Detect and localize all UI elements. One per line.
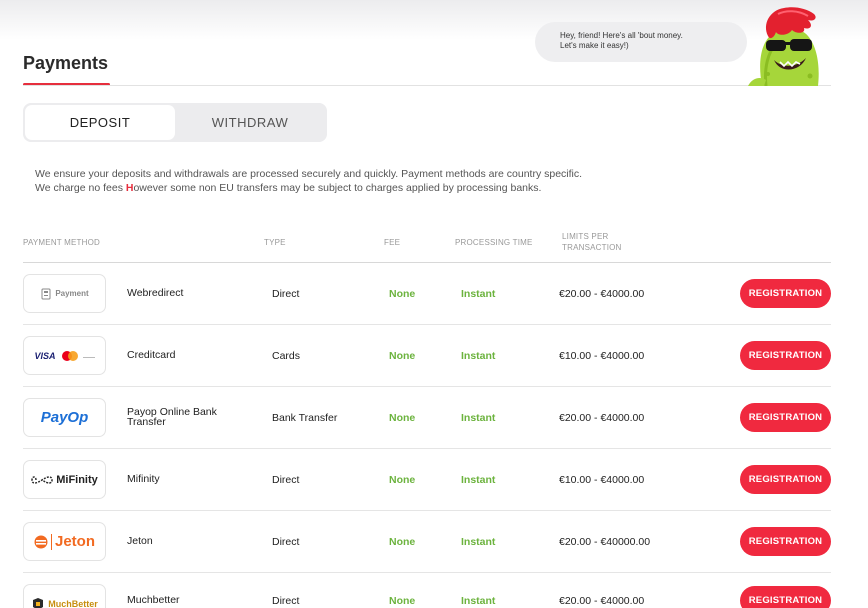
method-type: Bank Transfer bbox=[272, 412, 338, 424]
notice-line-1: We ensure your deposits and withdrawals … bbox=[35, 168, 583, 180]
table-row: MuchBetter Muchbetter Direct None Instan… bbox=[23, 573, 831, 608]
method-limits: €20.00 - €4000.00 bbox=[559, 595, 645, 607]
registration-button[interactable]: REGISTRATION bbox=[740, 341, 831, 370]
registration-button[interactable]: REGISTRATION bbox=[740, 465, 831, 494]
method-limits: €20.00 - €4000.00 bbox=[559, 412, 645, 424]
method-name: Creditcard bbox=[127, 349, 176, 361]
payment-logo: MiFinity bbox=[23, 460, 106, 499]
method-processing-time: Instant bbox=[461, 595, 496, 607]
payment-logo: VISA bbox=[23, 336, 106, 375]
registration-button[interactable]: REGISTRATION bbox=[740, 279, 831, 308]
table-row: PayOp Payop Online Bank Transfer Bank Tr… bbox=[23, 387, 831, 449]
registration-button[interactable]: REGISTRATION bbox=[740, 586, 831, 608]
table-row: Jeton Jeton Direct None Instant €20.00 -… bbox=[23, 511, 831, 573]
method-fee: None bbox=[389, 595, 416, 607]
method-fee: None bbox=[389, 412, 416, 424]
mascot-speech-bubble: Hey, friend! Here's all 'bout money. Let… bbox=[535, 22, 747, 62]
card-brand-icon bbox=[82, 356, 95, 358]
mifinity-logo-text: MiFinity bbox=[56, 473, 98, 486]
method-name: Jeton bbox=[127, 535, 153, 547]
method-limits: €20.00 - €40000.00 bbox=[559, 536, 651, 548]
method-type: Direct bbox=[272, 474, 300, 486]
method-name: Mifinity bbox=[127, 473, 160, 485]
notice-line-2-prefix: We charge no fees bbox=[35, 182, 126, 194]
method-processing-time: Instant bbox=[461, 288, 496, 300]
header-divider bbox=[23, 85, 831, 86]
method-limits: €10.00 - €4000.00 bbox=[559, 474, 645, 486]
header-limits: LIMITS PER TRANSACTION bbox=[562, 231, 622, 253]
header-limits-line-1: LIMITS PER bbox=[562, 232, 609, 241]
notice-line-2: We charge no fees However some non EU tr… bbox=[35, 181, 582, 195]
header-fee: FEE bbox=[384, 238, 401, 247]
header-type: TYPE bbox=[264, 238, 286, 247]
jeton-icon bbox=[34, 535, 48, 548]
visa-logo-text: VISA bbox=[34, 350, 56, 361]
notice-line-2-suffix: owever some non EU transfers may be subj… bbox=[133, 182, 542, 194]
payment-logo: Jeton bbox=[23, 522, 106, 561]
muchbetter-logo-text: MuchBetter bbox=[48, 598, 98, 608]
speech-line-1: Hey, friend! Here's all 'bout money. bbox=[560, 31, 683, 40]
payment-logo: Payment bbox=[23, 274, 106, 313]
jeton-logo-text: Jeton bbox=[54, 533, 95, 550]
method-limits: €20.00 - €4000.00 bbox=[559, 288, 645, 300]
method-type: Cards bbox=[272, 350, 301, 362]
mastercard-icon bbox=[61, 350, 78, 361]
method-fee: None bbox=[389, 350, 416, 362]
method-processing-time: Instant bbox=[461, 412, 496, 424]
registration-button[interactable]: REGISTRATION bbox=[740, 527, 831, 556]
table-row: VISA Creditcard Cards None Instant €10.0… bbox=[23, 325, 831, 387]
jeton-divider bbox=[50, 533, 52, 550]
method-type: Direct bbox=[272, 536, 300, 548]
method-name: Webredirect bbox=[127, 287, 184, 299]
method-processing-time: Instant bbox=[461, 474, 496, 486]
method-processing-time: Instant bbox=[461, 536, 496, 548]
method-processing-time: Instant bbox=[461, 350, 496, 362]
payment-logo: PayOp bbox=[23, 398, 106, 437]
tab-deposit[interactable]: DEPOSIT bbox=[25, 105, 175, 140]
method-fee: None bbox=[389, 536, 416, 548]
mascot-character-icon bbox=[748, 7, 819, 86]
method-name: Muchbetter bbox=[127, 594, 180, 606]
mifinity-infinity-icon bbox=[31, 475, 53, 484]
payment-logo-text: Payment bbox=[55, 289, 89, 298]
method-name: Payop Online Bank Transfer bbox=[127, 406, 217, 428]
table-row: MiFinity Mifinity Direct None Instant €1… bbox=[23, 449, 831, 511]
method-fee: None bbox=[389, 288, 416, 300]
header-processing-time: PROCESSING TIME bbox=[455, 238, 533, 247]
method-limits: €10.00 - €4000.00 bbox=[559, 350, 645, 362]
payment-icon bbox=[41, 288, 51, 299]
page-title: Payments bbox=[23, 53, 109, 73]
method-type: Direct bbox=[272, 595, 300, 607]
payment-logo: MuchBetter bbox=[23, 584, 106, 608]
tab-withdraw[interactable]: WITHDRAW bbox=[175, 105, 325, 140]
muchbetter-icon bbox=[33, 597, 44, 608]
table-row: Payment Webredirect Direct None Instant … bbox=[23, 263, 831, 325]
method-fee: None bbox=[389, 474, 416, 486]
payment-notice: We ensure your deposits and withdrawals … bbox=[35, 167, 582, 195]
registration-button[interactable]: REGISTRATION bbox=[740, 403, 831, 432]
method-type: Direct bbox=[272, 288, 300, 300]
payop-logo-text: PayOp bbox=[40, 409, 89, 426]
deposit-withdraw-toggle: DEPOSIT WITHDRAW bbox=[23, 103, 327, 142]
speech-line-2: Let's make it easy!) bbox=[560, 41, 629, 50]
header-payment-method: PAYMENT METHOD bbox=[23, 238, 101, 247]
header-limits-line-2: TRANSACTION bbox=[562, 243, 622, 252]
